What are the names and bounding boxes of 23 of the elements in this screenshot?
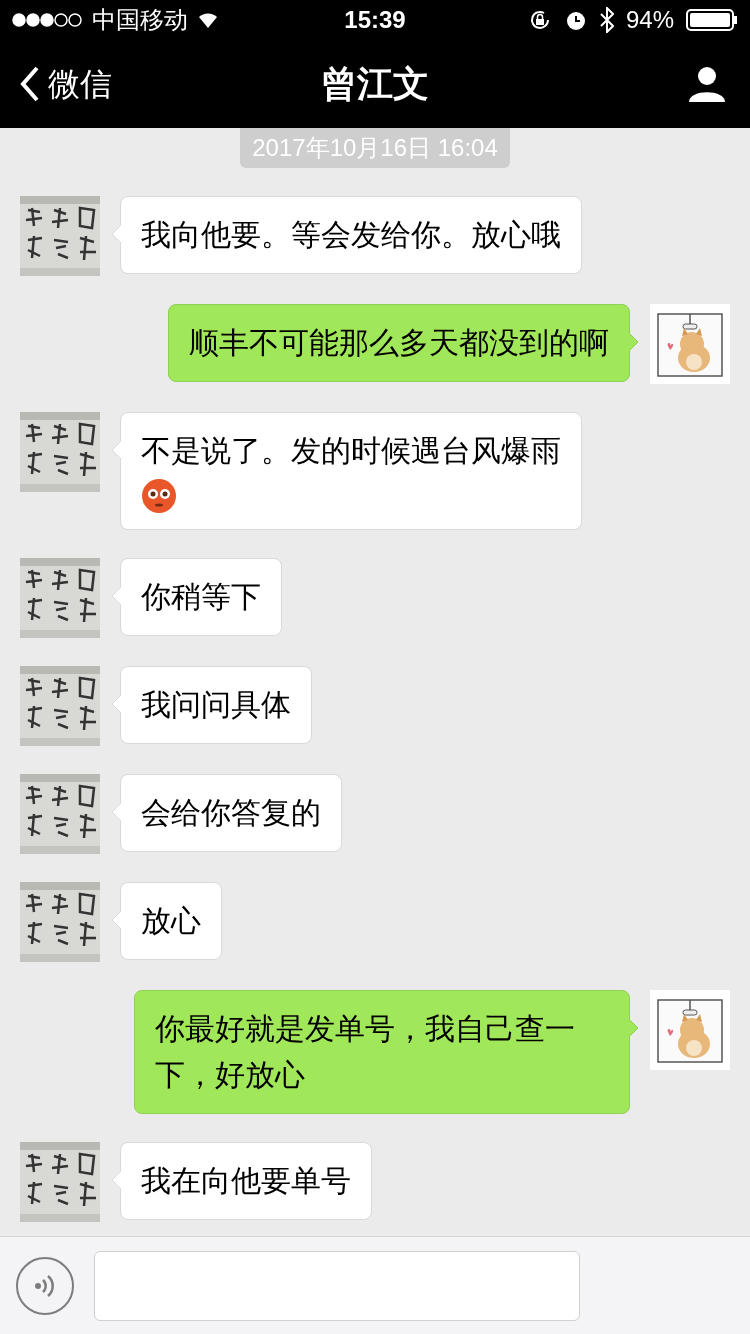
back-button[interactable]: 微信 bbox=[20, 60, 112, 108]
battery-icon bbox=[686, 9, 738, 31]
message-text: 我向他要。等会发给你。放心哦 bbox=[141, 217, 561, 253]
signal-icon bbox=[12, 13, 84, 27]
bluetooth-icon bbox=[599, 7, 614, 33]
voice-button[interactable] bbox=[16, 1256, 74, 1315]
message-text: 你稍等下 bbox=[141, 579, 261, 615]
battery-percent: 94% bbox=[625, 5, 674, 35]
voice-icon bbox=[34, 1272, 56, 1299]
wifi-icon bbox=[196, 11, 220, 29]
message-text: 不是说了。发的时候遇台风爆雨 bbox=[141, 433, 561, 469]
carrier-name: 中国移动 bbox=[92, 5, 188, 35]
message-text: 放心 bbox=[141, 903, 201, 939]
message-text: 我问问具体 bbox=[141, 687, 291, 723]
message-input-field[interactable] bbox=[94, 1250, 580, 1321]
clock-time: 15:39 bbox=[344, 5, 406, 35]
chat-title: 曾江文 bbox=[321, 62, 429, 106]
message-text: 你最好就是发单号，我自己查一下，好放心 bbox=[155, 1011, 576, 1093]
message-text: 我在向他要单号 bbox=[141, 1163, 351, 1199]
message-text: 顺丰不可能那么多天都没到的啊 bbox=[189, 325, 609, 361]
back-chevron-icon bbox=[20, 66, 40, 102]
person-icon bbox=[688, 65, 726, 103]
message-text: 会给你答复的 bbox=[141, 795, 321, 831]
